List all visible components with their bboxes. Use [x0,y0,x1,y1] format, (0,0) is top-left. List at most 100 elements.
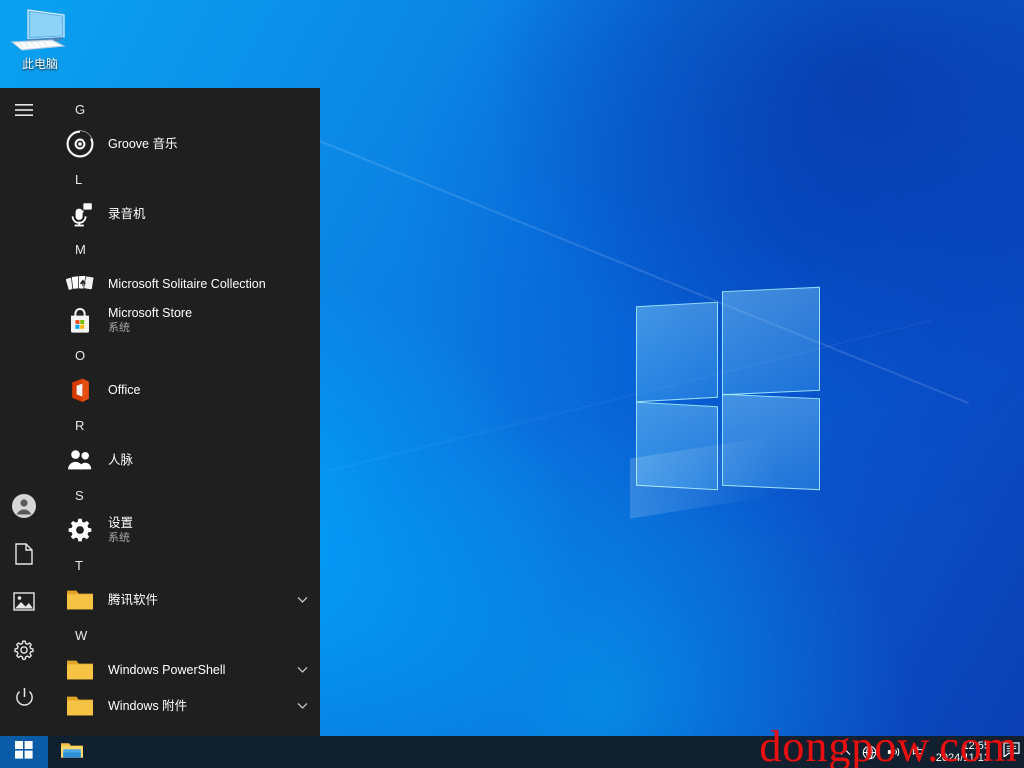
notification-icon [1002,742,1020,762]
group-letter-label: O [75,347,86,363]
chevron-down-icon[interactable] [292,596,312,604]
app-list-item-title: Office [108,382,141,397]
chevron-down-icon[interactable] [292,702,312,710]
folder-icon [64,654,96,686]
app-list-item[interactable]: Windows PowerShell [48,652,320,688]
taskbar-clock[interactable]: 12:55 2024/11/13 [930,736,998,768]
app-list-item-text: Windows PowerShell [108,663,292,678]
app-list-item-title: 腾讯软件 [108,592,159,607]
clock-date: 2024/11/13 [935,752,990,764]
chevron-down-icon[interactable] [292,666,312,674]
group-letter-r[interactable]: R [48,408,320,442]
action-center-button[interactable] [998,736,1024,768]
app-list-item[interactable]: 人脉 [48,442,320,478]
picture-icon [13,592,35,616]
solitaire-cards-icon [64,268,96,300]
group-letter-label: R [75,417,85,433]
group-letter-o[interactable]: O [48,338,320,372]
group-letter-l[interactable]: L [48,162,320,196]
app-list-item-title: Windows PowerShell [108,662,226,677]
document-icon [15,542,33,570]
group-letter-label: S [75,487,84,503]
sidebar-item-pictures[interactable] [0,580,48,628]
rail-spacer [0,136,48,484]
this-pc-icon [6,6,74,54]
start-button[interactable] [0,736,48,768]
desktop-icon-label: 此电脑 [21,57,58,71]
clock-time: 12:55 [962,740,990,752]
group-letter-t[interactable]: T [48,548,320,582]
power-icon [14,687,35,713]
file-explorer-icon [60,740,84,765]
sidebar-item-documents[interactable] [0,532,48,580]
app-list-item[interactable]: Windows 附件 [48,688,320,724]
app-list-item[interactable]: 设置 系统 [48,512,320,548]
speaker-icon[interactable] [882,736,906,768]
app-list-item-text: Microsoft Store 系统 [108,306,312,335]
system-tray: 中 [834,736,930,768]
windows-hero-logo [630,282,840,519]
network-icon[interactable] [858,736,882,768]
hero-pane-top-right [722,286,820,396]
group-letter-label: T [75,557,83,573]
hamburger-menu-icon [15,103,33,122]
app-list-item[interactable]: Microsoft Solitaire Collection [48,266,320,302]
app-list-item[interactable]: Groove 音乐 [48,126,320,162]
windows-logo-icon [15,740,33,764]
app-list-item-text: Windows 附件 [108,699,292,714]
gear-icon [13,639,35,666]
folder-icon [64,584,96,616]
group-letter-s[interactable]: S [48,478,320,512]
app-list-item-text: 录音机 [108,207,312,222]
group-letter-label: M [75,241,86,257]
taskbar: 中 12:55 2024/11/13 [0,736,1024,768]
app-list-item-subtitle: 系统 [108,321,130,334]
show-hidden-icons-button[interactable] [834,736,858,768]
sidebar-item-user-account[interactable] [0,484,48,532]
start-menu-app-list[interactable]: G Groove 音乐 L 录音机 M Microsoft Solitaire Colle… [48,88,320,736]
folder-icon [64,690,96,722]
hero-pane-top-left [636,301,718,403]
group-letter-label: G [75,101,86,117]
group-letter-label: L [75,171,83,187]
sidebar-item-power[interactable] [0,676,48,724]
app-list-item-text: 腾讯软件 [108,593,292,608]
app-list-item[interactable]: 录音机 [48,196,320,232]
app-list-item[interactable]: 腾讯软件 [48,582,320,618]
groove-music-icon [64,128,96,160]
app-list-item-title: Microsoft Solitaire Collection [108,276,266,291]
sidebar-item-settings[interactable] [0,628,48,676]
app-list-item-title: Microsoft Store [108,305,193,320]
taskbar-item-file-explorer[interactable] [48,736,96,768]
app-list-item-text: Office [108,383,312,398]
voice-recorder-icon [64,198,96,230]
app-list-item-text: Groove 音乐 [108,137,312,152]
app-list-item[interactable]: Microsoft Store 系统 [48,302,320,338]
user-avatar-icon [11,493,37,524]
app-list-item-subtitle: 系统 [108,531,130,544]
app-list-item-text: 人脉 [108,453,312,468]
app-list-item-title: Windows 附件 [108,698,188,713]
app-list-item[interactable]: Office [48,372,320,408]
office-icon [64,374,96,406]
app-list-item-text: 设置 系统 [108,516,312,545]
microsoft-store-icon [64,304,96,336]
gear-icon [64,514,96,546]
people-icon [64,444,96,476]
app-list-item-text: Microsoft Solitaire Collection [108,277,312,292]
start-menu-rail [0,88,48,736]
app-list-item-title: 人脉 [108,452,134,467]
desktop-icon-this-pc[interactable]: 此电脑 [6,6,74,72]
group-letter-m[interactable]: M [48,232,320,266]
group-letter-g[interactable]: G [48,92,320,126]
app-list-item-title: 设置 [108,515,134,530]
start-menu-panel: G Groove 音乐 L 录音机 M Microsoft Solitaire Colle… [0,88,320,736]
group-letter-w[interactable]: W [48,618,320,652]
app-list-item-title: Groove 音乐 [108,136,178,151]
ime-indicator[interactable]: 中 [906,736,930,768]
desktop-screen: 此电脑 G Groove 音乐 L 录音机 M Microsoft Solita… [0,0,1024,768]
app-list-item-title: 录音机 [108,206,146,221]
group-letter-label: W [75,627,88,643]
hamburger-menu-button[interactable] [0,88,48,136]
rail-bottom-pad [0,724,48,736]
